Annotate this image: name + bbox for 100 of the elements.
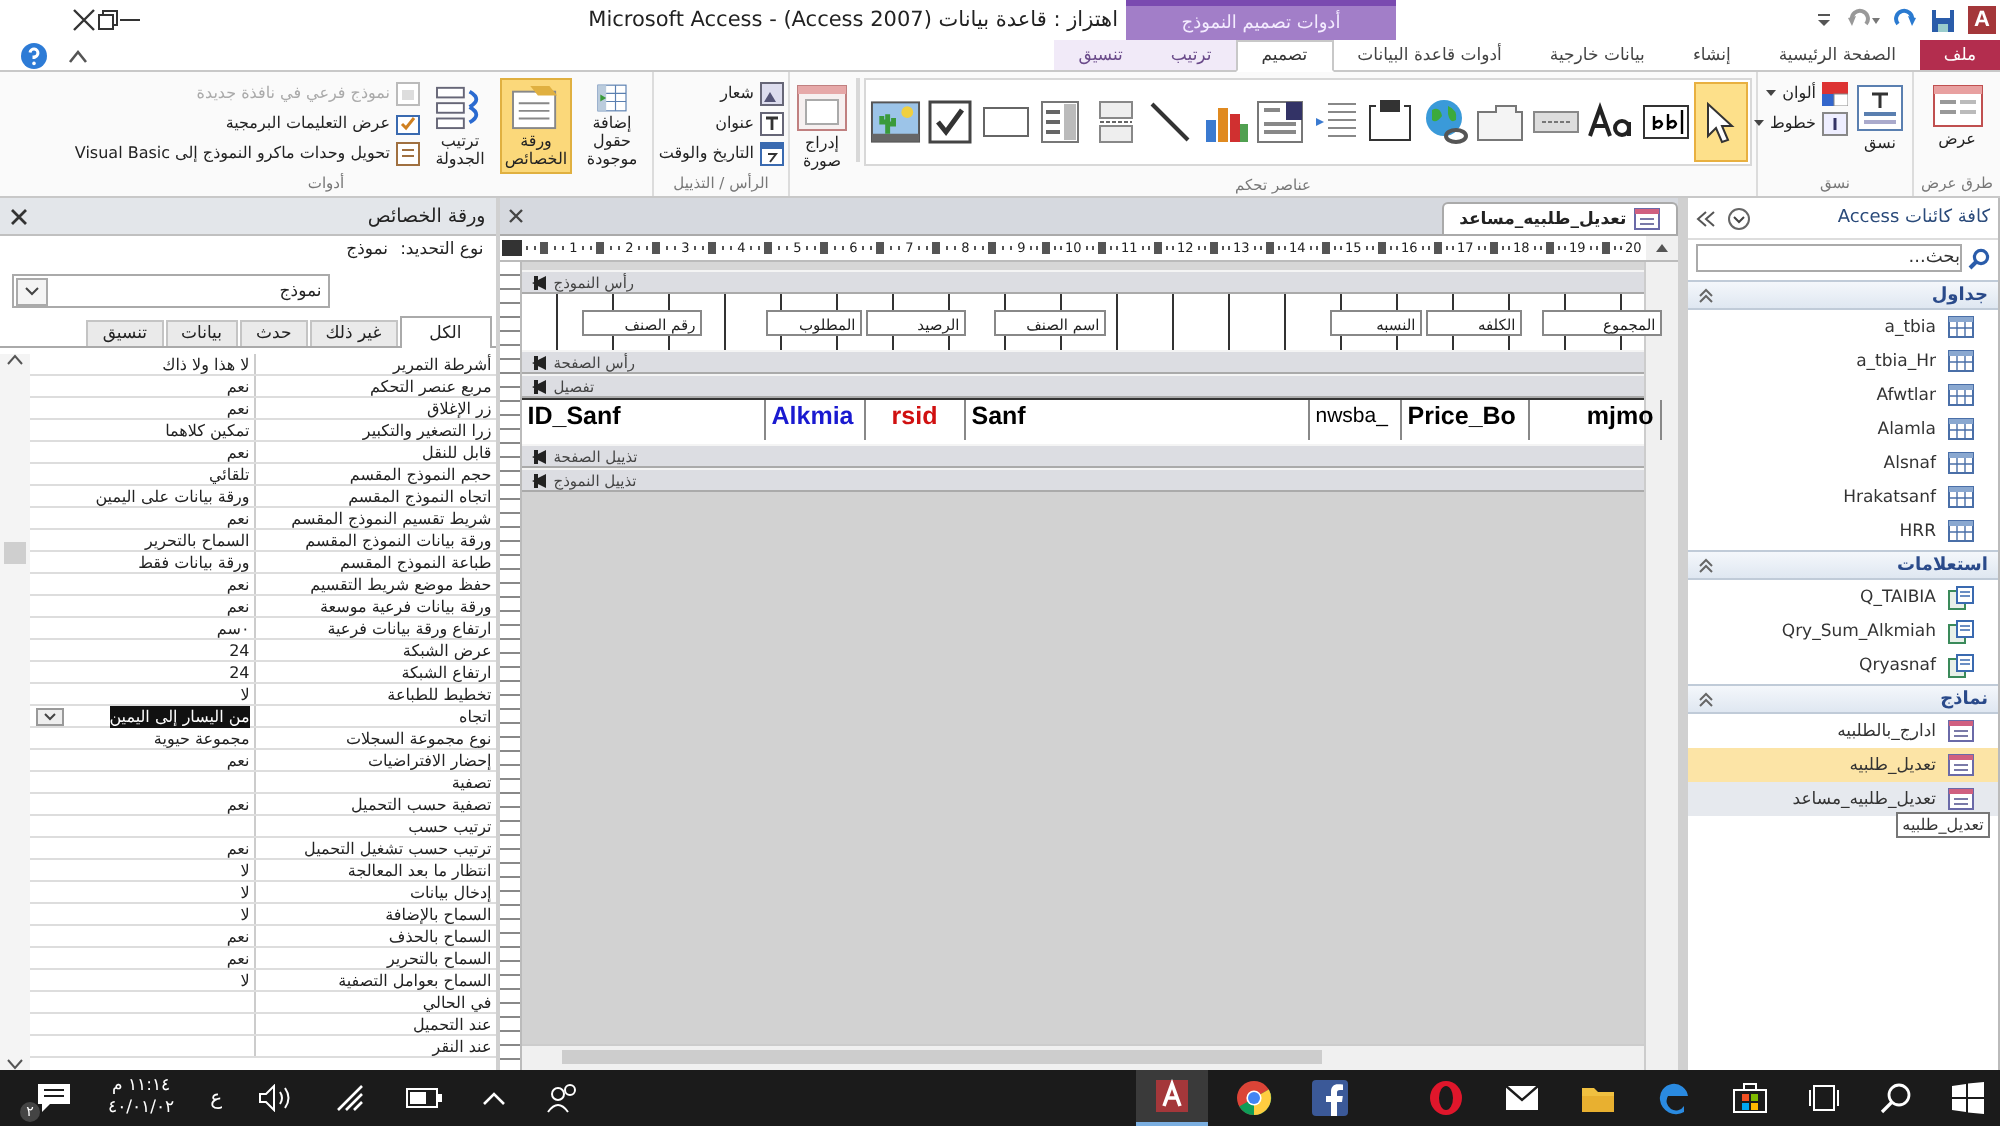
- collapse-chevron-icon[interactable]: [1698, 287, 1715, 303]
- collapse-pane-icon[interactable]: [1696, 209, 1717, 227]
- ribbon-tab[interactable]: ملف: [1920, 40, 2000, 70]
- ribbon-button[interactable]: ورقة الخصائص: [500, 78, 572, 174]
- close-icon[interactable]: [10, 207, 28, 225]
- property-value[interactable]: من اليسار إلى اليمين: [109, 705, 250, 727]
- property-value[interactable]: نعم: [226, 397, 250, 419]
- restore-icon[interactable]: [98, 10, 118, 30]
- property-value[interactable]: نعم: [226, 573, 250, 595]
- ribbon-button[interactable]: إضافة حقول موجودة: [576, 78, 648, 174]
- customize-toolbar-icon[interactable]: [1814, 8, 1834, 32]
- dropdown-circle-icon[interactable]: [1728, 207, 1751, 229]
- text-box-control[interactable]: Alkmia: [765, 400, 866, 440]
- clock-date[interactable]: ٤٠/٠١/٠٢: [108, 1098, 175, 1120]
- windows-start-icon[interactable]: [1952, 1082, 1984, 1114]
- chevron-up-icon[interactable]: [482, 1090, 507, 1106]
- ribbon-tab[interactable]: تنسيق: [1054, 40, 1147, 70]
- ribbon-tab[interactable]: الصفحة الرئيسية: [1754, 40, 1920, 70]
- ribbon-tab[interactable]: إنشاء: [1668, 40, 1755, 70]
- header-footer-button[interactable]: شعار: [658, 80, 784, 106]
- property-value[interactable]: مجموعة حيوية: [153, 727, 250, 749]
- property-value[interactable]: نعم: [226, 837, 250, 859]
- navigation-item[interactable]: a_tbia: [1688, 310, 1998, 344]
- edge-browser-icon[interactable]: [1656, 1080, 1692, 1116]
- property-value[interactable]: لا هذا ولا ذاك: [162, 353, 250, 375]
- property-value[interactable]: نعم: [226, 793, 250, 815]
- text-box-control[interactable]: Price_Bo: [1401, 400, 1530, 440]
- header-footer-button[interactable]: عنوان: [658, 110, 784, 136]
- group-header[interactable]: نماذج: [1688, 684, 1998, 714]
- group-header[interactable]: جداول: [1688, 280, 1998, 310]
- scroll-up-icon[interactable]: [1646, 236, 1679, 260]
- property-value[interactable]: ٠سم: [216, 617, 250, 639]
- property-value[interactable]: نعم: [226, 375, 250, 397]
- save-icon[interactable]: [1930, 7, 1956, 33]
- facebook-icon[interactable]: [1312, 1080, 1348, 1116]
- shopping-bag-icon[interactable]: [1732, 1082, 1768, 1114]
- clock-time[interactable]: ١١:١٤ م: [112, 1076, 171, 1098]
- navigation-item[interactable]: Q_TAIBIA: [1688, 580, 1998, 614]
- horizontal-scrollbar[interactable]: [521, 1044, 1645, 1070]
- navigation-item[interactable]: Qryasnaf: [1688, 648, 1998, 682]
- folder-icon[interactable]: [1580, 1082, 1616, 1114]
- text-box-control[interactable]: Sanf: [965, 400, 1310, 440]
- navigation-item[interactable]: ادارج_بالطلبيه: [1688, 714, 1998, 748]
- access-logo-icon[interactable]: A: [1968, 6, 1996, 34]
- input-language-indicator[interactable]: ع: [210, 1087, 223, 1109]
- document-tab[interactable]: تعديل_طلبيه_مساعد: [1441, 202, 1679, 234]
- search-field[interactable]: بحث...: [1696, 244, 1962, 272]
- ribbon-button[interactable]: تحويل وحدات ماكرو النموذج إلى Visual Basic: [74, 140, 420, 166]
- property-value[interactable]: 24: [229, 661, 250, 683]
- property-value[interactable]: نعم: [226, 595, 250, 617]
- scroll-up-icon[interactable]: [6, 354, 24, 366]
- navigation-item[interactable]: Hrakatsanf: [1688, 480, 1998, 514]
- property-value[interactable]: نعم: [226, 441, 250, 463]
- opera-browser-icon[interactable]: [1428, 1080, 1464, 1116]
- text-box-control[interactable]: nwsba_: [1309, 400, 1402, 440]
- action-center-icon[interactable]: [36, 1082, 72, 1114]
- close-icon[interactable]: [72, 8, 96, 32]
- property-value[interactable]: تمكين كلاهما: [165, 419, 250, 441]
- colors-button[interactable]: ألوان: [1753, 80, 1848, 106]
- text-box-control[interactable]: ID_Sanf: [521, 400, 766, 440]
- property-tab[interactable]: بيانات: [165, 320, 238, 346]
- collapse-ribbon-icon[interactable]: [68, 47, 88, 63]
- text-box-control[interactable]: rsid: [865, 400, 966, 440]
- insert-image-button[interactable]: إدراج صورة: [792, 78, 852, 176]
- property-value[interactable]: لا: [240, 859, 250, 881]
- collapse-chevron-icon[interactable]: [1698, 691, 1715, 707]
- control-tool-button[interactable]: [1693, 82, 1748, 162]
- navigation-item[interactable]: HRR: [1688, 514, 1998, 548]
- header-footer-button[interactable]: التاريخ والوقت: [658, 140, 784, 166]
- ribbon-tab[interactable]: أدوات قاعدة البيانات: [1333, 40, 1526, 70]
- property-value[interactable]: نعم: [226, 749, 250, 771]
- volume-icon[interactable]: [258, 1084, 295, 1112]
- wifi-icon[interactable]: [334, 1084, 367, 1112]
- ribbon-tab[interactable]: ترتيب: [1146, 40, 1236, 70]
- vertical-scrollbar[interactable]: [0, 354, 30, 1070]
- navigation-item[interactable]: Qry_Sum_Alkmiah: [1688, 614, 1998, 648]
- navigation-item[interactable]: Alamla: [1688, 412, 1998, 446]
- ribbon-tab[interactable]: بيانات خارجية: [1525, 40, 1669, 70]
- property-value[interactable]: نعم: [226, 507, 250, 529]
- search-icon[interactable]: [1968, 247, 1990, 269]
- group-header[interactable]: استعلامات: [1688, 550, 1998, 580]
- property-value[interactable]: نعم: [226, 925, 250, 947]
- form-selector[interactable]: [501, 240, 522, 256]
- ribbon-button[interactable]: عرض التعليمات البرمجية: [74, 110, 420, 136]
- property-value[interactable]: تلقائي: [208, 463, 250, 485]
- property-tab[interactable]: الكل: [399, 316, 492, 348]
- scroll-down-icon[interactable]: [6, 1058, 24, 1070]
- search-icon[interactable]: [1880, 1082, 1912, 1114]
- navigation-item[interactable]: Afwtlar: [1688, 378, 1998, 412]
- property-tab[interactable]: غير ذلك: [309, 320, 398, 346]
- property-value[interactable]: ورقة بيانات فقط: [138, 551, 250, 573]
- property-value[interactable]: ورقة بيانات على اليمين: [95, 485, 250, 507]
- task-view-icon[interactable]: [1808, 1082, 1840, 1114]
- property-value[interactable]: لا: [240, 683, 250, 705]
- property-value[interactable]: لا: [240, 881, 250, 903]
- scrollbar-thumb[interactable]: [4, 542, 26, 564]
- collapse-chevron-icon[interactable]: [1698, 557, 1715, 573]
- themes-button[interactable]: نسق: [1852, 78, 1908, 158]
- property-tab[interactable]: حدث: [239, 320, 308, 346]
- property-value[interactable]: 24: [229, 639, 250, 661]
